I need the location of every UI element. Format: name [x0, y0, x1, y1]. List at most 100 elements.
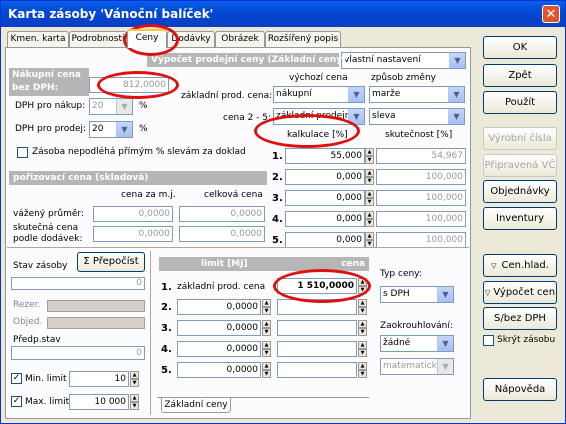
- price-levels-button[interactable]: ▽ Cen.hlad.: [483, 254, 557, 277]
- help-button[interactable]: Nápověda: [483, 378, 557, 401]
- limit-field[interactable]: 0,0000: [177, 362, 261, 378]
- max-limit-label: Max. limit: [25, 397, 70, 407]
- tab-zakladni-ceny[interactable]: Základní ceny: [161, 398, 231, 413]
- serial-numbers-button[interactable]: Výrobní čísla: [483, 127, 557, 150]
- spin-buttons[interactable]: ▲ ▼: [365, 169, 374, 185]
- apply-button[interactable]: Použít: [483, 91, 557, 114]
- purchase-price-header: Nákupní cena bez DPH:: [9, 68, 89, 96]
- triangle-down-icon: ▽: [491, 262, 497, 270]
- spin-buttons[interactable]: ▲ ▼: [358, 362, 367, 378]
- inventory-button[interactable]: Inventury: [483, 207, 557, 230]
- calc-pct-field[interactable]: 0,000: [285, 190, 365, 206]
- triangle-down-icon: ▽: [484, 289, 491, 297]
- chevron-down-icon: ▼: [437, 336, 453, 351]
- calc-preset-select[interactable]: vlastní nastavení ▼: [341, 52, 466, 69]
- chevron-down-icon: ▼: [449, 53, 465, 68]
- limit-field[interactable]: 0,0000: [177, 320, 261, 336]
- price-field[interactable]: [277, 299, 357, 315]
- price-field[interactable]: [277, 320, 357, 336]
- price-field[interactable]: 1 510,0000: [277, 278, 357, 294]
- pct-sign: %: [139, 124, 148, 134]
- max-limit-field[interactable]: 10 000: [69, 394, 129, 410]
- spin-buttons[interactable]: ▲ ▼: [365, 148, 374, 164]
- calc-pct-field[interactable]: 0,000: [285, 169, 365, 185]
- discount-checkbox[interactable]: [17, 147, 28, 158]
- spin-buttons[interactable]: ▲ ▼: [262, 341, 271, 357]
- limit-field[interactable]: 0,0000: [177, 341, 261, 357]
- spin-buttons[interactable]: ▲ ▼: [358, 341, 367, 357]
- pct-sign: %: [139, 101, 148, 111]
- actual-pct-field: 100,000: [376, 232, 466, 248]
- recalc-button[interactable]: Σ Přepočíst: [77, 252, 145, 272]
- calc-price-button[interactable]: ▽ Výpočet cen: [483, 281, 557, 304]
- spin-buttons[interactable]: ▲ ▼: [358, 320, 367, 336]
- col-method: způsob změny: [371, 73, 436, 83]
- min-limit-label: Min. limit: [25, 374, 67, 384]
- col-unit-price: cena za m.j.: [121, 190, 176, 200]
- tab-obrazek[interactable]: Obrázek: [215, 31, 265, 47]
- base-price-row-label: základní prod. cena: [177, 282, 266, 292]
- spin-buttons[interactable]: ▲ ▼: [130, 394, 139, 410]
- spin-buttons[interactable]: ▲ ▼: [262, 362, 271, 378]
- chevron-down-icon: ▼: [437, 359, 453, 374]
- reserved-bar: [47, 300, 145, 312]
- tab-ceny[interactable]: Ceny: [127, 29, 167, 48]
- acquisition-price-header: pořizovací cena (skladová): [9, 171, 267, 185]
- actual-pct-field: 100,000: [376, 211, 466, 227]
- spin-buttons[interactable]: ▲ ▼: [358, 278, 367, 294]
- calc-row-num: 5.: [272, 235, 283, 246]
- actual-unit-field: 0,0000: [93, 226, 173, 242]
- weighted-total-field: 0,0000: [179, 206, 265, 222]
- spin-buttons[interactable]: ▲ ▼: [365, 190, 374, 206]
- rounding-method-select[interactable]: matematicky ▼: [380, 358, 454, 375]
- orders-button[interactable]: Objednávky: [483, 180, 557, 203]
- tab-podrobnosti[interactable]: Podrobnosti: [69, 31, 127, 47]
- price-method-select[interactable]: sleva ▼: [369, 108, 465, 125]
- discount-checkbox-label: Zásoba nepodléhá přímým % slevám za dokl…: [32, 147, 246, 157]
- price-field[interactable]: [277, 341, 357, 357]
- spin-buttons[interactable]: ▲ ▼: [365, 232, 374, 248]
- back-button[interactable]: Zpět: [483, 64, 557, 87]
- base-source-select[interactable]: nákupní ▼: [273, 86, 365, 103]
- reserved-label: Rezer.: [13, 300, 41, 310]
- tab-rozsireny-popis[interactable]: Rozšířený popis: [265, 31, 341, 47]
- expected-value-field: 0: [11, 346, 145, 360]
- price-type-select[interactable]: s DPH ▼: [380, 286, 454, 303]
- close-button[interactable]: ✕: [542, 5, 560, 23]
- vat-sale-select[interactable]: 20 ▼: [89, 121, 133, 138]
- hide-stock-checkbox[interactable]: [483, 335, 494, 346]
- spin-buttons[interactable]: ▲ ▼: [130, 371, 139, 387]
- tab-kmen-karta[interactable]: Kmen. karta: [7, 31, 69, 47]
- spin-buttons[interactable]: ▲ ▼: [262, 320, 271, 336]
- min-limit-field[interactable]: 10: [69, 371, 129, 387]
- calc-pct-field[interactable]: 0,000: [285, 232, 365, 248]
- prepared-serials-button[interactable]: Připravená VČ: [483, 154, 557, 177]
- spin-buttons[interactable]: ▲ ▼: [262, 299, 271, 315]
- separator: [150, 251, 151, 415]
- col-total-price: celková cena: [204, 190, 263, 200]
- base-method-select[interactable]: marže ▼: [369, 86, 465, 103]
- price-field[interactable]: [277, 362, 357, 378]
- spin-buttons[interactable]: ▲ ▼: [358, 299, 367, 315]
- calc-pct-field[interactable]: 0,000: [285, 211, 365, 227]
- price-type-label: Typ ceny:: [380, 269, 422, 279]
- limits-header: limit [MJ] cena: [159, 257, 369, 271]
- purchase-price-field[interactable]: 812,0000: [89, 77, 169, 93]
- vat-toggle-button[interactable]: S/bez DPH: [483, 307, 557, 330]
- vat-purchase-select[interactable]: 20 ▼: [89, 98, 133, 115]
- tab-dodavky[interactable]: Dodávky: [167, 31, 215, 47]
- min-limit-checkbox[interactable]: ✓: [11, 373, 22, 384]
- limit-row-num: 5.: [161, 365, 172, 376]
- limit-row-num: 4.: [161, 344, 172, 355]
- calc-row-num: 2.: [272, 172, 283, 183]
- spin-buttons[interactable]: ▲ ▼: [365, 211, 374, 227]
- limit-field[interactable]: 0,0000: [177, 299, 261, 315]
- calc-pct-field[interactable]: 55,000: [285, 148, 365, 164]
- ok-button[interactable]: OK: [483, 36, 557, 59]
- max-limit-checkbox[interactable]: ✓: [11, 396, 22, 407]
- title-bar: Karta zásoby 'Vánoční balíček' ✕: [1, 1, 565, 27]
- price-source-select[interactable]: základní prodejní ▼: [273, 108, 365, 125]
- col-limit: limit [MJ]: [201, 259, 248, 269]
- actual-total-field: 0,0000: [179, 226, 265, 242]
- rounding-select[interactable]: žádné ▼: [380, 335, 454, 352]
